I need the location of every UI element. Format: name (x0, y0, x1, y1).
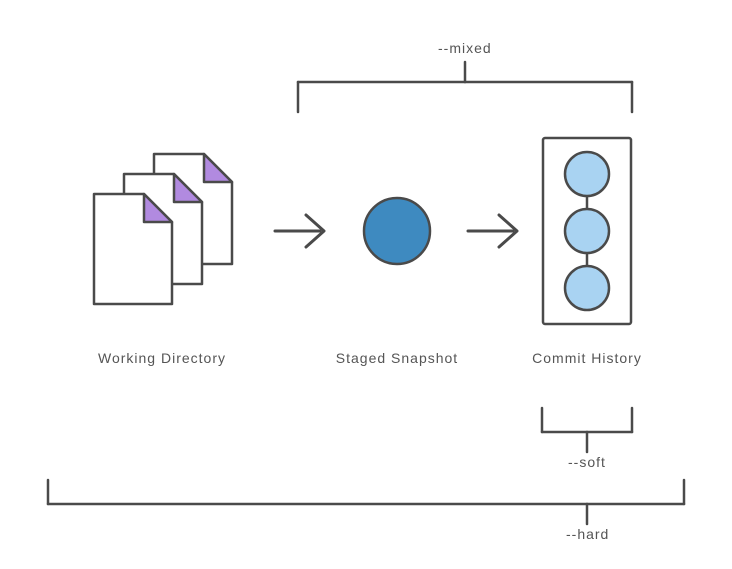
staged-snapshot-label: Staged Snapshot (327, 348, 467, 369)
working-directory-icon (94, 154, 232, 304)
soft-bracket (542, 408, 632, 452)
staged-snapshot-icon (364, 198, 430, 264)
commit-history-label: Commit History (517, 348, 657, 369)
working-directory-label: Working Directory (92, 348, 232, 369)
mixed-flag-label: --mixed (438, 40, 492, 56)
mixed-bracket (298, 62, 632, 112)
arrow-staged-to-commit (468, 215, 517, 247)
soft-flag-label: --soft (568, 454, 606, 470)
hard-flag-label: --hard (566, 526, 609, 542)
diagram-svg (0, 0, 732, 564)
commit-history-icon (543, 138, 631, 324)
arrow-working-to-staged (275, 215, 324, 247)
git-reset-scope-diagram: Working Directory Staged Snapshot Commit… (0, 0, 732, 564)
hard-bracket (48, 480, 684, 524)
